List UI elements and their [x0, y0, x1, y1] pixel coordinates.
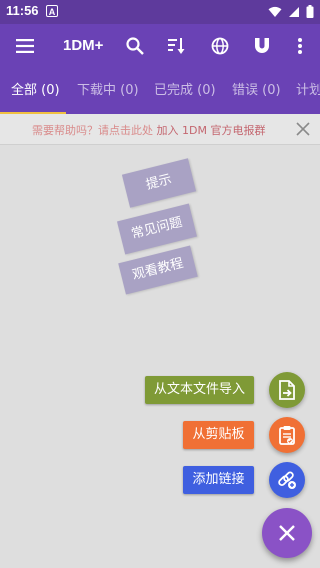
tab-downloading[interactable]: 下载中 (0): [77, 68, 139, 114]
help-banner-link[interactable]: 加入 1DM 官方电报群: [157, 124, 266, 137]
close-icon[interactable]: [296, 122, 310, 136]
help-banner-prompt: 需要帮助吗？请点击此处: [32, 124, 153, 137]
status-time: 11:56: [6, 3, 39, 18]
status-icons: [268, 5, 314, 18]
signal-icon: [289, 6, 299, 17]
tab-bar: 全部 (0) 下载中 (0) 已完成 (0) 错误 (0) 计划: [0, 68, 320, 114]
app-title: 1DM+: [63, 37, 104, 54]
close-icon: [279, 525, 295, 541]
battery-icon: [306, 5, 314, 18]
search-icon[interactable]: [123, 34, 147, 58]
wifi-icon: [268, 6, 282, 17]
help-banner-text: 需要帮助吗？请点击此处 加入 1DM 官方电报群: [32, 122, 265, 138]
add-link-label[interactable]: 添加链接: [183, 466, 254, 494]
tab-completed[interactable]: 已完成 (0): [154, 68, 216, 114]
help-banner: 需要帮助吗？请点击此处 加入 1DM 官方电报群: [0, 114, 320, 145]
sort-icon[interactable]: [165, 34, 189, 58]
tab-error[interactable]: 错误 (0): [232, 68, 281, 114]
import-from-text-file-label[interactable]: 从文本文件导入: [145, 376, 254, 404]
tab-all[interactable]: 全部 (0): [11, 68, 60, 114]
status-bar: 11:56 A: [0, 0, 320, 24]
add-link-icon[interactable]: [269, 462, 305, 498]
close-fab-button[interactable]: [262, 508, 312, 558]
sticker-tips[interactable]: 提示: [121, 158, 197, 208]
clipboard-check-icon[interactable]: [269, 417, 305, 453]
hamburger-menu-icon[interactable]: [13, 34, 37, 58]
app-bar: 1DM+: [0, 24, 320, 68]
notification-alert-icon: A: [46, 5, 58, 17]
globe-icon[interactable]: [208, 34, 232, 58]
magnet-icon[interactable]: [250, 34, 274, 58]
tab-scheduled[interactable]: 计划: [296, 68, 320, 114]
more-vert-icon[interactable]: [288, 34, 312, 58]
file-import-icon[interactable]: [269, 372, 305, 408]
from-clipboard-label[interactable]: 从剪贴板: [183, 421, 254, 449]
